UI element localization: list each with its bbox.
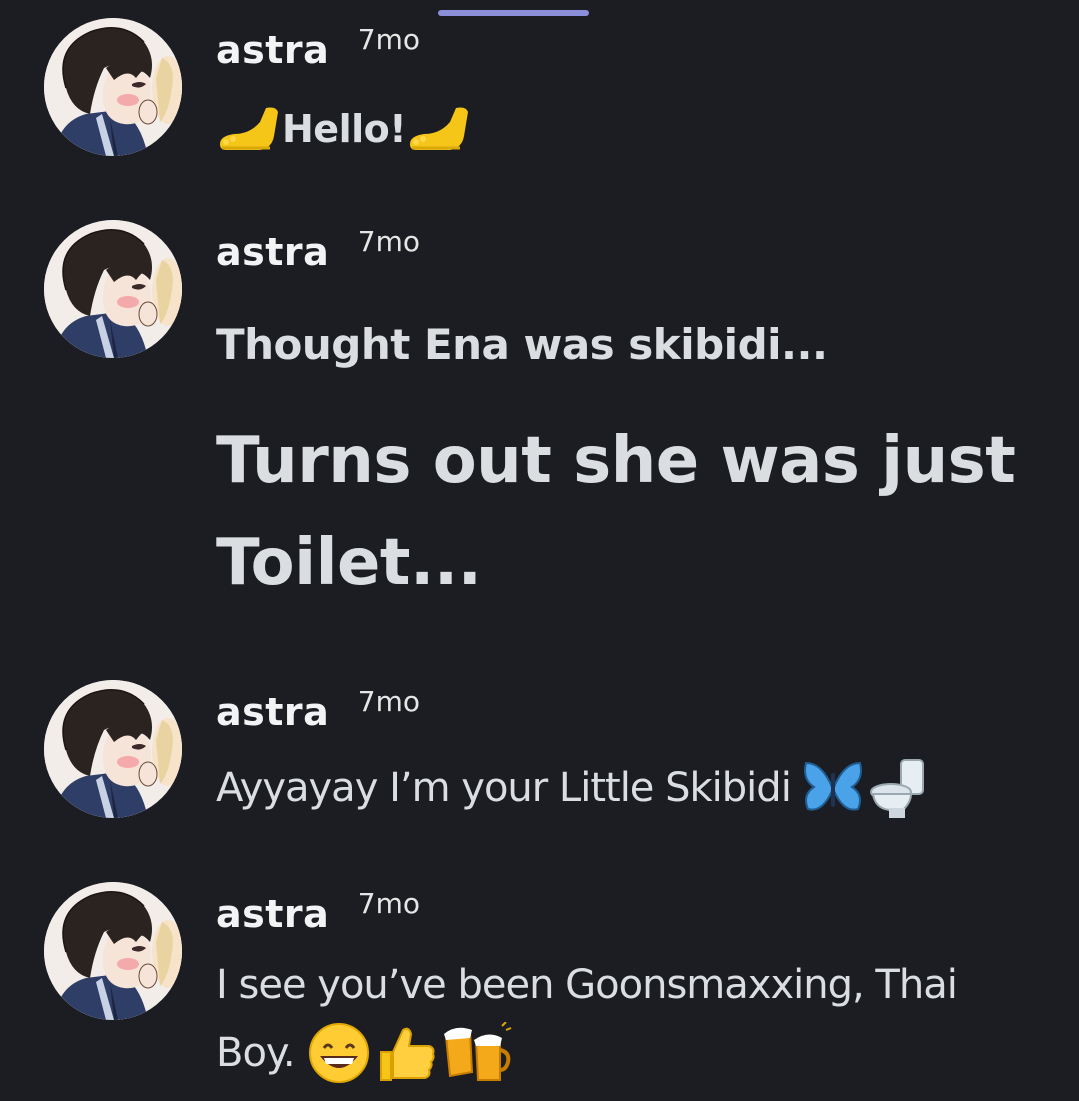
scroll-indicator [438, 10, 589, 16]
message-4[interactable]: astra 7mo I see you’ve been Goonsmaxxing… [0, 882, 1079, 1101]
message-3[interactable]: astra 7mo Ayyayay I’m your Little Skibid… [0, 680, 1079, 820]
timestamp: 7mo [357, 887, 420, 920]
heading-large-line2: Toilet... [216, 526, 482, 600]
username[interactable]: astra [216, 892, 329, 936]
message-content: Hello! [216, 104, 472, 164]
thumbs-up-icon [375, 1022, 437, 1084]
message-header: astra 7mo [216, 23, 420, 88]
timestamp: 7mo [357, 23, 420, 56]
message-text-line2: Boy. [216, 1030, 296, 1076]
avatar[interactable] [44, 882, 182, 1020]
message-1[interactable]: astra 7mo Hello! [0, 18, 1079, 168]
heading-large-line1: Turns out she was just [216, 424, 1016, 498]
foot-icon [406, 104, 472, 154]
message-text: Hello! [282, 107, 407, 151]
timestamp: 7mo [357, 225, 420, 258]
timestamp: 7mo [357, 685, 420, 718]
message-content: Boy. [216, 1022, 512, 1084]
clinking-beer-mugs-icon [442, 1022, 512, 1084]
message-content: Ayyayay I’m your Little Skibidi [216, 756, 927, 820]
toilet-icon [869, 756, 927, 820]
heading-small: Thought Ena was skibidi... [216, 320, 828, 369]
message-2[interactable]: astra 7mo Thought Ena was skibidi... Tur… [0, 220, 1079, 620]
message-header: astra 7mo [216, 685, 420, 750]
avatar[interactable] [44, 680, 182, 818]
butterfly-icon [802, 759, 864, 817]
message-text-line1: I see you’ve been Goonsmaxxing, Thai [216, 962, 958, 1008]
foot-icon [216, 104, 282, 154]
message-text: Ayyayay I’m your Little Skibidi [216, 765, 792, 811]
avatar[interactable] [44, 220, 182, 358]
message-header: astra 7mo [216, 225, 420, 290]
grinning-face-icon [308, 1022, 370, 1084]
username[interactable]: astra [216, 230, 329, 274]
message-header: astra 7mo [216, 887, 420, 952]
username[interactable]: astra [216, 690, 329, 734]
avatar[interactable] [44, 18, 182, 156]
username[interactable]: astra [216, 28, 329, 72]
